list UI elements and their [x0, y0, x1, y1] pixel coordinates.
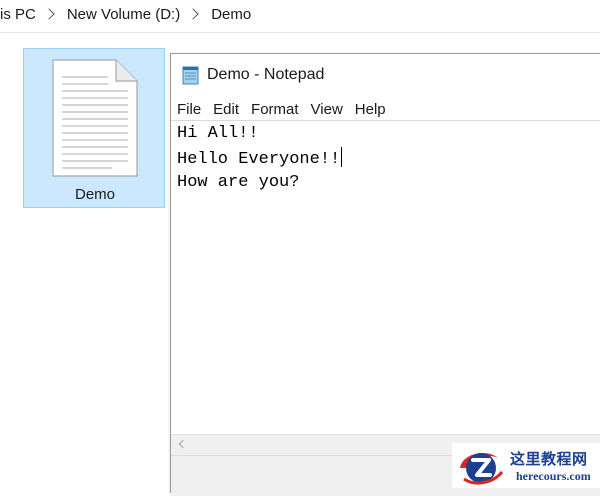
menu-edit[interactable]: Edit [206, 101, 244, 118]
notepad-icon [182, 66, 199, 85]
menu-bar: File Edit Format View Help [171, 98, 600, 120]
notepad-window: Demo - Notepad File Edit Format View Hel… [170, 53, 600, 496]
text-caret [341, 146, 343, 167]
file-tile-demo[interactable]: Demo [23, 48, 165, 208]
menu-file[interactable]: File [171, 101, 206, 118]
editor-line: How are you? [177, 173, 300, 192]
breadcrumb-item-new-volume[interactable]: New Volume (D:) [67, 6, 180, 23]
editor-line: Hello Everyone!! [177, 146, 600, 172]
editor-line: Hi All!! [177, 124, 259, 143]
text-editor[interactable]: Hi All!! Hello Everyone!! How are you? [171, 120, 600, 440]
menu-view[interactable]: View [304, 101, 348, 118]
scroll-left-arrow-icon[interactable] [178, 439, 188, 449]
chevron-right-icon[interactable] [43, 8, 55, 20]
title-bar[interactable]: Demo - Notepad [171, 54, 600, 96]
watermark-title: 这里教程网 [510, 450, 588, 468]
file-label: Demo [74, 186, 115, 203]
explorer-divider [0, 32, 600, 33]
menu-help[interactable]: Help [348, 101, 391, 118]
watermark: 这里教程网 herecours.com [452, 443, 600, 488]
breadcrumb-item-this-pc[interactable]: is PC [0, 6, 36, 23]
watermark-logo-icon [460, 453, 504, 485]
window-title: Demo - Notepad [207, 66, 325, 83]
watermark-url: herecours.com [516, 469, 591, 483]
text-document-icon [52, 59, 138, 177]
chevron-right-icon[interactable] [187, 8, 199, 20]
menu-format[interactable]: Format [244, 101, 304, 118]
breadcrumb: is PC New Volume (D:) Demo [0, 0, 600, 28]
breadcrumb-item-demo[interactable]: Demo [211, 6, 251, 23]
